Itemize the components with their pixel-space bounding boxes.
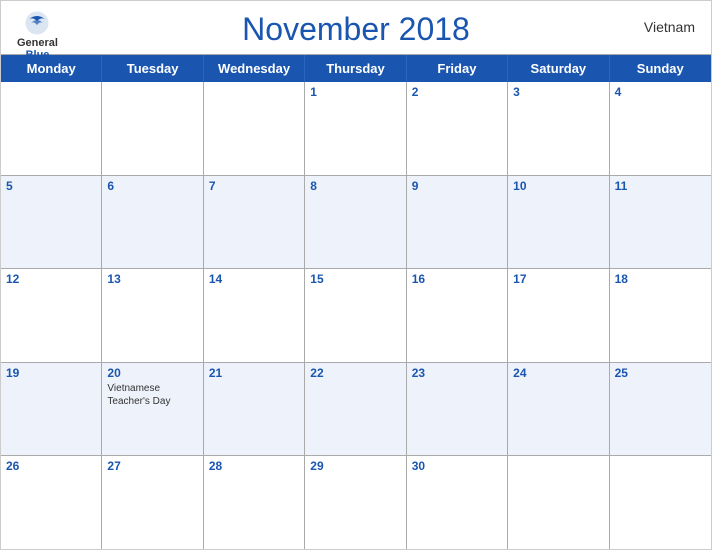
calendar-cell: 6 [102, 176, 203, 269]
calendar-cell: 14 [204, 269, 305, 362]
calendar-cell: 30 [407, 456, 508, 549]
cell-day-number: 7 [209, 179, 299, 193]
cell-day-number: 6 [107, 179, 197, 193]
calendar-cell: 22 [305, 363, 406, 456]
calendar-cell [610, 456, 711, 549]
calendar-grid: MondayTuesdayWednesdayThursdayFridaySatu… [1, 54, 711, 549]
cell-day-number: 8 [310, 179, 400, 193]
calendar-cell: 17 [508, 269, 609, 362]
calendar-cell: 2 [407, 82, 508, 175]
cell-day-number: 17 [513, 272, 603, 286]
calendar-header: General Blue November 2018 Vietnam [1, 1, 711, 54]
calendar-cell: 19 [1, 363, 102, 456]
cell-day-number: 21 [209, 366, 299, 380]
cell-day-number: 25 [615, 366, 706, 380]
calendar-week-5: 26 27 28 29 30 [1, 456, 711, 549]
cell-day-number: 23 [412, 366, 502, 380]
cell-day-number: 27 [107, 459, 197, 473]
calendar-body: 1234567891011121314151617181920Vietnames… [1, 82, 711, 549]
month-title: November 2018 [242, 11, 470, 48]
calendar-cell: 3 [508, 82, 609, 175]
calendar-cell [1, 82, 102, 175]
cell-day-number: 4 [615, 85, 706, 99]
cell-day-number: 9 [412, 179, 502, 193]
cell-day-number: 12 [6, 272, 96, 286]
logo-blue-text: Blue [26, 49, 50, 61]
calendar-cell: 28 [204, 456, 305, 549]
cell-day-number: 13 [107, 272, 197, 286]
calendar-cell: 4 [610, 82, 711, 175]
calendar-cell: 21 [204, 363, 305, 456]
calendar-cell: 9 [407, 176, 508, 269]
calendar-cell: 1 [305, 82, 406, 175]
cell-day-number: 24 [513, 366, 603, 380]
calendar-cell: 12 [1, 269, 102, 362]
day-header-wednesday: Wednesday [204, 55, 305, 82]
cell-day-number: 11 [615, 179, 706, 193]
calendar-cell: 26 [1, 456, 102, 549]
calendar-cell: 18 [610, 269, 711, 362]
calendar-cell: 24 [508, 363, 609, 456]
logo-general-text: General [17, 37, 58, 49]
day-header-thursday: Thursday [305, 55, 406, 82]
day-headers: MondayTuesdayWednesdayThursdayFridaySatu… [1, 55, 711, 82]
calendar-week-3: 12 13 14 15 16 17 18 [1, 269, 711, 363]
day-header-sunday: Sunday [610, 55, 711, 82]
cell-day-number: 5 [6, 179, 96, 193]
cell-day-number: 2 [412, 85, 502, 99]
calendar-cell [102, 82, 203, 175]
calendar-cell: 16 [407, 269, 508, 362]
calendar-cell: 23 [407, 363, 508, 456]
calendar-cell: 27 [102, 456, 203, 549]
calendar-week-2: 56789 10 11 [1, 176, 711, 270]
calendar-container: General Blue November 2018 Vietnam Monda… [0, 0, 712, 550]
cell-day-number: 29 [310, 459, 400, 473]
cell-day-number: 30 [412, 459, 502, 473]
cell-day-number: 26 [6, 459, 96, 473]
cell-day-number: 14 [209, 272, 299, 286]
country-label: Vietnam [644, 19, 695, 35]
calendar-cell: 20 Vietnamese Teacher's Day [102, 363, 203, 456]
calendar-cell: 25 [610, 363, 711, 456]
day-header-tuesday: Tuesday [102, 55, 203, 82]
logo-icon [19, 9, 55, 37]
calendar-cell: 10 [508, 176, 609, 269]
cell-day-number: 28 [209, 459, 299, 473]
cell-day-number: 10 [513, 179, 603, 193]
cell-day-number: 20 [107, 366, 197, 380]
cell-day-number: 1 [310, 85, 400, 99]
day-header-friday: Friday [407, 55, 508, 82]
calendar-cell: 29 [305, 456, 406, 549]
calendar-cell [508, 456, 609, 549]
calendar-cell: 7 [204, 176, 305, 269]
calendar-cell: 8 [305, 176, 406, 269]
day-header-saturday: Saturday [508, 55, 609, 82]
cell-day-number: 22 [310, 366, 400, 380]
cell-day-number: 16 [412, 272, 502, 286]
calendar-week-1: 1234 [1, 82, 711, 176]
cell-event: Vietnamese Teacher's Day [107, 382, 197, 408]
calendar-cell: 5 [1, 176, 102, 269]
calendar-cell [204, 82, 305, 175]
cell-day-number: 15 [310, 272, 400, 286]
cell-day-number: 19 [6, 366, 96, 380]
cell-day-number: 18 [615, 272, 706, 286]
cell-day-number: 3 [513, 85, 603, 99]
calendar-cell: 15 [305, 269, 406, 362]
calendar-cell: 11 [610, 176, 711, 269]
calendar-cell: 13 [102, 269, 203, 362]
logo-area: General Blue [17, 9, 58, 61]
calendar-week-4: 19 20 Vietnamese Teacher's Day 21 22 23 24 25 [1, 363, 711, 457]
